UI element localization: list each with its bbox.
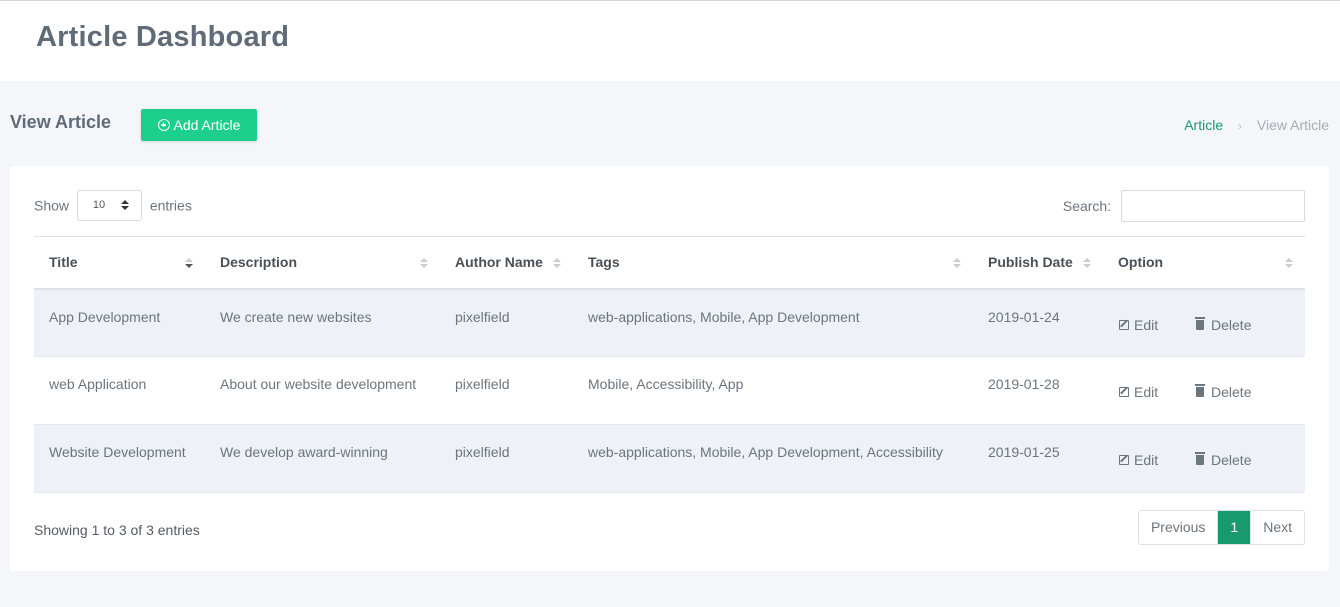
cell-author: pixelfield: [455, 444, 510, 460]
cell-title: Website Development: [49, 444, 186, 460]
trash-icon: [1195, 316, 1206, 330]
column-header-label: Option: [1118, 254, 1164, 271]
breadcrumb-separator: ›: [1238, 119, 1242, 133]
page-length-control: Show 10 entries: [34, 190, 192, 221]
plus-circle-icon: [157, 119, 170, 131]
sort-icon: [420, 258, 428, 270]
breadcrumb-article-link[interactable]: Article: [1184, 117, 1223, 133]
select-arrows-icon: [120, 200, 129, 212]
delete-label: Delete: [1211, 452, 1252, 468]
column-header-label: Author Name: [455, 254, 543, 271]
sort-icon: [1083, 258, 1091, 270]
page-header: Article Dashboard: [0, 1, 1340, 81]
column-header-option[interactable]: Option: [1103, 237, 1305, 289]
edit-icon: [1119, 455, 1129, 465]
cell-options: Edit Delete: [1103, 289, 1305, 357]
cell-options: Edit Delete: [1103, 425, 1305, 493]
page-title: Article Dashboard: [36, 21, 290, 53]
section-title: View Article: [10, 112, 112, 132]
column-header-label: Publish Date: [988, 254, 1073, 271]
search-control: Search:: [1063, 190, 1305, 222]
pagination-previous[interactable]: Previous: [1139, 511, 1219, 544]
edit-button[interactable]: Edit: [1119, 317, 1158, 333]
cell-options: Edit Delete: [1103, 357, 1305, 425]
sort-desc-icon: [185, 258, 193, 270]
column-header-tags[interactable]: Tags: [573, 237, 973, 289]
entries-label: entries: [149, 197, 192, 214]
edit-label: Edit: [1134, 316, 1159, 333]
column-header-label: Title: [49, 254, 78, 271]
cell-description: We develop award-winning: [220, 444, 388, 460]
edit-icon: [1119, 387, 1129, 397]
cell-author: pixelfield: [455, 308, 510, 325]
edit-label: Edit: [1134, 384, 1159, 400]
table-info: Showing 1 to 3 of 3 entries: [34, 522, 200, 538]
articles-table: Title Description Author Name Tags Publi…: [34, 236, 1305, 493]
trash-icon: [1195, 384, 1206, 397]
cell-tags: Mobile, Accessibility, App: [588, 376, 744, 392]
cell-author: pixelfield: [455, 376, 510, 392]
cell-description: About our website development: [220, 376, 417, 392]
column-header-author[interactable]: Author Name: [440, 237, 573, 289]
cell-tags: web-applications, Mobile, App Developmen…: [588, 308, 860, 325]
delete-button[interactable]: Delete: [1195, 452, 1252, 468]
edit-button[interactable]: Edit: [1119, 384, 1158, 400]
cell-publish-date: 2019-01-24: [988, 308, 1060, 325]
delete-button[interactable]: Delete: [1195, 384, 1252, 400]
page-length-select[interactable]: 10: [76, 190, 142, 221]
articles-card: Show 10 entries Search: Title Descriptio…: [10, 166, 1329, 571]
sort-icon: [1285, 258, 1293, 270]
column-header-description[interactable]: Description: [205, 237, 440, 289]
table-header-row: Title Description Author Name Tags Publi…: [34, 236, 1305, 289]
search-label: Search:: [1062, 198, 1112, 214]
cell-description: We create new websites: [220, 308, 372, 325]
cell-tags: web-applications, Mobile, App Developmen…: [588, 444, 943, 460]
breadcrumb: Article › View Article: [1184, 117, 1329, 133]
edit-icon: [1119, 319, 1129, 330]
trash-icon: [1195, 452, 1206, 465]
cell-publish-date: 2019-01-25: [988, 444, 1060, 460]
show-label: Show: [34, 197, 70, 214]
delete-button[interactable]: Delete: [1195, 316, 1252, 333]
cell-publish-date: 2019-01-28: [988, 376, 1060, 392]
cell-title: web Application: [49, 376, 147, 392]
delete-label: Delete: [1211, 384, 1252, 400]
column-header-publish-date[interactable]: Publish Date: [973, 237, 1103, 289]
sub-header: View Article Add Article Article › View …: [0, 100, 1340, 150]
page-length-value: 10: [92, 199, 106, 211]
table-row: App Development We create new websites p…: [34, 288, 1305, 357]
sort-icon: [953, 258, 961, 270]
add-article-button[interactable]: Add Article: [141, 109, 257, 141]
column-header-title[interactable]: Title: [34, 237, 205, 289]
column-header-label: Description: [220, 254, 298, 271]
edit-label: Edit: [1134, 452, 1159, 468]
table-row: Website Development We develop award-win…: [34, 424, 1305, 493]
table-row: web Application About our website develo…: [34, 356, 1305, 425]
pagination-next[interactable]: Next: [1250, 511, 1304, 544]
delete-label: Delete: [1211, 316, 1252, 333]
edit-button[interactable]: Edit: [1119, 452, 1158, 468]
cell-title: App Development: [49, 308, 161, 325]
add-article-label: Add Article: [173, 117, 241, 133]
column-header-label: Tags: [588, 254, 620, 271]
breadcrumb-current: View Article: [1256, 117, 1329, 133]
pagination: Previous 1 Next: [1137, 510, 1305, 545]
sort-icon: [553, 258, 561, 270]
pagination-page-current[interactable]: 1: [1218, 511, 1251, 544]
search-input[interactable]: [1121, 190, 1305, 222]
